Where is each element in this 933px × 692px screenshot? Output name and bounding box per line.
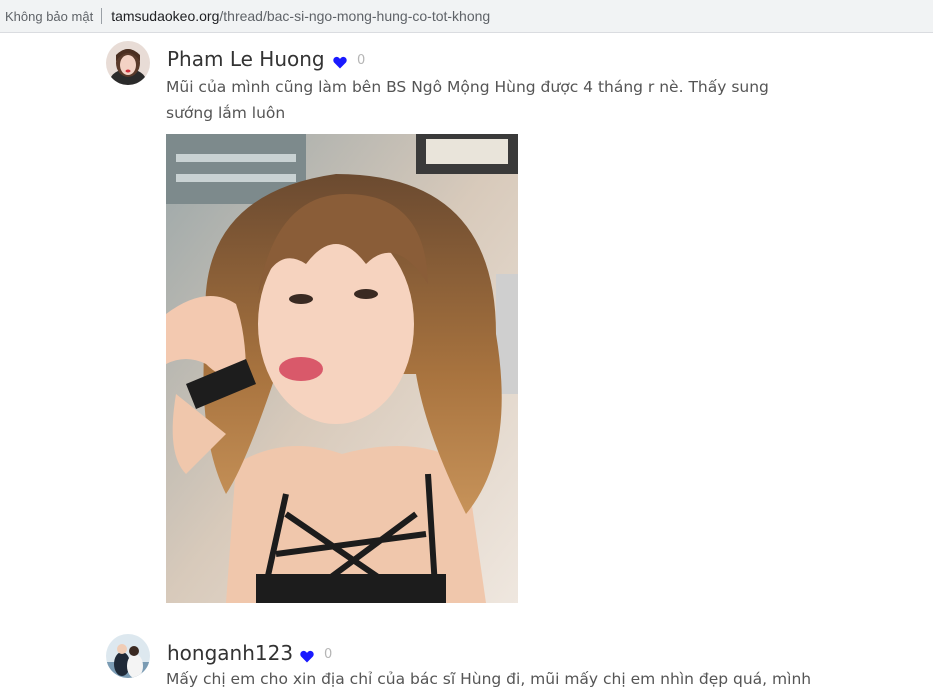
avatar[interactable] <box>106 41 150 85</box>
comment-text: Mấy chị em cho xin địa chỉ của bác sĩ Hù… <box>166 670 812 688</box>
comment-text: Mũi của mình cũng làm bên BS Ngô Mộng Hù… <box>166 78 769 122</box>
photo-image <box>166 134 518 603</box>
heart-icon[interactable] <box>333 54 347 69</box>
username[interactable]: honganh123 <box>167 641 293 665</box>
avatar[interactable] <box>106 634 150 678</box>
avatar-image <box>106 41 150 85</box>
address-bar[interactable]: Không bảo mật tamsudaokeo.org/thread/bac… <box>0 0 933 33</box>
url-text[interactable]: tamsudaokeo.org/thread/bac-si-ngo-mong-h… <box>111 8 490 24</box>
url-domain: tamsudaokeo.org <box>111 8 220 24</box>
security-indicator[interactable]: Không bảo mật <box>0 9 93 24</box>
avatar-image <box>106 634 150 678</box>
address-separator <box>101 8 103 24</box>
username[interactable]: Pham Le Huong <box>167 47 325 71</box>
heart-icon[interactable] <box>300 648 314 663</box>
post-photo[interactable] <box>166 134 518 603</box>
like-count: 0 <box>357 53 366 68</box>
url-path: /thread/bac-si-ngo-mong-hung-co-tot-khon… <box>219 8 491 24</box>
like-count: 0 <box>324 647 333 662</box>
